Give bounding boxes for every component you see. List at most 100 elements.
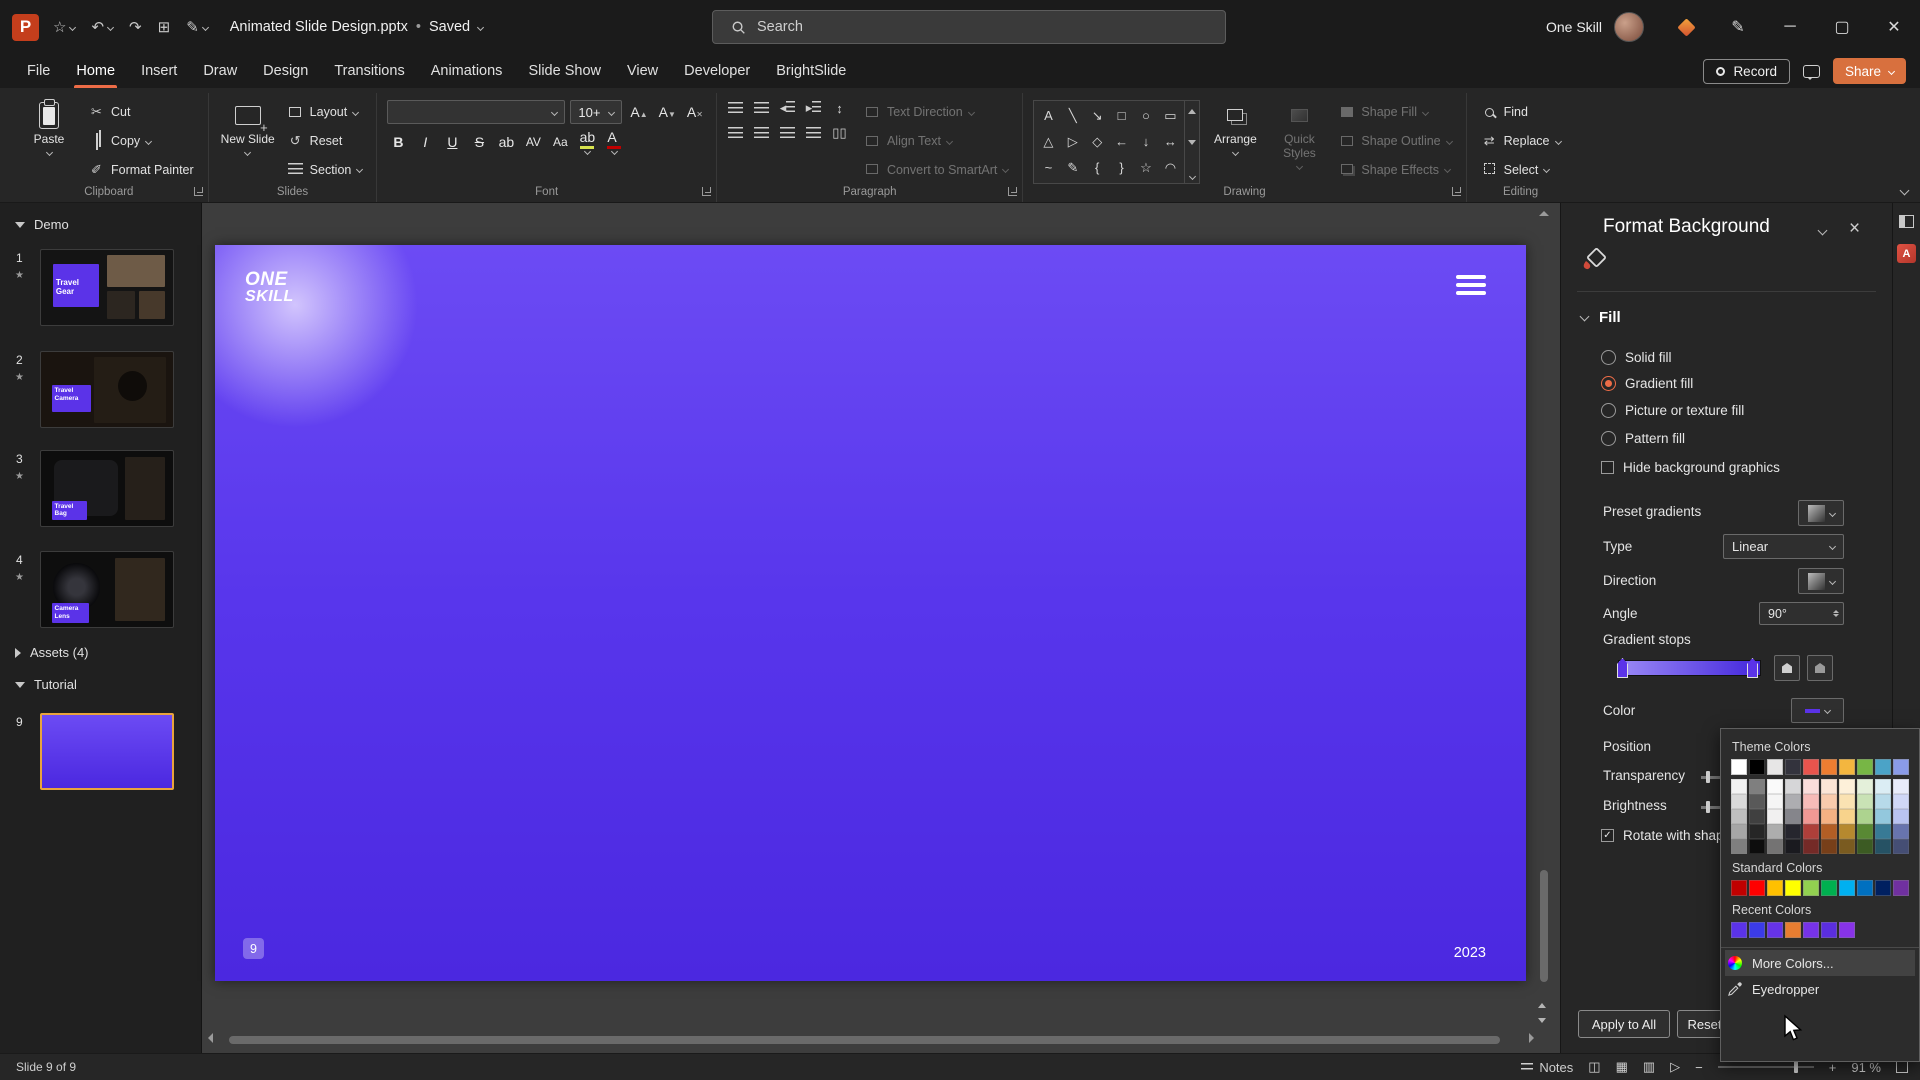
theme-tint-swatch[interactable] (1749, 779, 1765, 794)
slide-editing-surface[interactable]: ONE SKILL 9 2023 (215, 245, 1526, 981)
direction-dropdown[interactable] (1798, 568, 1844, 594)
font-dialog-launcher[interactable] (702, 187, 711, 196)
shape-icon[interactable]: ◇ (1088, 134, 1106, 150)
pane-options-chevron-icon[interactable] (1818, 226, 1828, 236)
theme-color-swatch[interactable] (1821, 759, 1837, 775)
copy-button[interactable]: Copy (84, 129, 198, 154)
theme-tint-swatch[interactable] (1767, 809, 1783, 824)
slide-thumbnail-9[interactable] (40, 713, 174, 790)
recent-color-swatch[interactable] (1821, 922, 1837, 938)
theme-tint-swatch[interactable] (1803, 779, 1819, 794)
theme-tint-swatch[interactable] (1749, 839, 1765, 854)
theme-tint-swatch[interactable] (1803, 824, 1819, 839)
theme-tint-swatch[interactable] (1839, 809, 1855, 824)
find-button[interactable]: Find (1477, 100, 1565, 125)
justify-icon[interactable] (805, 126, 822, 141)
theme-tint-swatch[interactable] (1821, 794, 1837, 809)
print-icon[interactable]: ⊞ (158, 18, 171, 36)
shape-icon[interactable]: ↔ (1161, 134, 1179, 150)
character-spacing-button[interactable]: AV (522, 130, 544, 154)
gradient-stop-handle[interactable] (1747, 658, 1758, 678)
columns-icon[interactable]: ▯▯ (831, 125, 848, 141)
theme-tint-swatch[interactable] (1839, 839, 1855, 854)
section-header-tutorial[interactable]: Tutorial (15, 677, 77, 692)
search-input[interactable]: Search (712, 10, 1226, 44)
theme-tint-swatch[interactable] (1821, 809, 1837, 824)
shape-icon[interactable]: } (1113, 160, 1131, 176)
fill-option-picture-or-texture-fill[interactable]: Picture or texture fill (1601, 401, 1744, 419)
recent-color-swatch[interactable] (1731, 922, 1747, 938)
recent-color-swatch[interactable] (1839, 922, 1855, 938)
theme-tint-swatch[interactable] (1821, 779, 1837, 794)
slide-thumbnail-3[interactable]: Travel Bag (40, 450, 174, 527)
tab-view[interactable]: View (614, 54, 671, 88)
theme-tint-swatch[interactable] (1767, 839, 1783, 854)
clipboard-dialog-launcher[interactable] (194, 187, 203, 196)
shape-icon[interactable]: ↘ (1088, 108, 1106, 124)
theme-tint-swatch[interactable] (1749, 824, 1765, 839)
theme-tint-swatch[interactable] (1731, 794, 1747, 809)
theme-tint-swatch[interactable] (1893, 794, 1909, 809)
standard-color-swatch[interactable] (1803, 880, 1819, 896)
new-slide-button[interactable]: New Slide (219, 95, 277, 182)
tab-developer[interactable]: Developer (671, 54, 763, 88)
highlight-color-button[interactable]: ab (576, 130, 598, 154)
text-shadow-button[interactable]: ab (495, 130, 517, 154)
fit-slide-to-window-button[interactable] (1896, 1061, 1908, 1073)
bullets-icon[interactable] (727, 101, 744, 116)
draw-pen-icon[interactable]: ✎ (186, 18, 208, 36)
theme-tint-swatch[interactable] (1875, 824, 1891, 839)
zoom-slider-knob[interactable] (1794, 1061, 1798, 1073)
theme-tint-swatch[interactable] (1857, 824, 1873, 839)
font-color-button[interactable]: A (603, 130, 625, 154)
tab-design[interactable]: Design (250, 54, 321, 88)
section-header-demo[interactable]: Demo (15, 217, 69, 232)
spinner-arrows-icon[interactable] (1833, 607, 1839, 620)
standard-color-swatch[interactable] (1767, 880, 1783, 896)
minimize-button[interactable]: ─ (1764, 0, 1816, 54)
powerpoint-logo[interactable]: P (12, 14, 39, 41)
recent-color-swatch[interactable] (1803, 922, 1819, 938)
fill-section-chevron-icon[interactable] (1580, 312, 1590, 322)
shape-icon[interactable]: ← (1113, 134, 1131, 150)
font-size-combo[interactable]: 10+ (570, 100, 622, 124)
gradient-stop-handle[interactable] (1617, 658, 1628, 678)
shapes-gallery-scroll[interactable] (1185, 100, 1200, 184)
eyedropper-menu-item[interactable]: Eyedropper (1725, 976, 1915, 1002)
redo-icon[interactable]: ↷ (129, 18, 142, 36)
slider-knob[interactable] (1706, 801, 1710, 813)
theme-tint-swatch[interactable] (1767, 794, 1783, 809)
fill-bucket-icon[interactable] (1581, 247, 1609, 276)
cut-button[interactable]: ✂Cut (84, 100, 198, 125)
more-colors-menu-item[interactable]: More Colors... (1725, 950, 1915, 976)
theme-tint-swatch[interactable] (1731, 779, 1747, 794)
rotate-with-shape-checkbox[interactable]: ✓ Rotate with shape (1601, 827, 1731, 843)
slide-thumbnail-1[interactable]: Travel Gear (40, 249, 174, 326)
section-button[interactable]: Section (283, 157, 367, 182)
standard-color-swatch[interactable] (1821, 880, 1837, 896)
slide-thumbnail-4[interactable]: Camera Lens (40, 551, 174, 628)
theme-tint-swatch[interactable] (1731, 809, 1747, 824)
fill-option-pattern-fill[interactable]: Pattern fill (1601, 429, 1685, 447)
shape-icon[interactable]: ◠ (1161, 160, 1179, 176)
slideshow-button[interactable]: ▷ (1670, 1059, 1680, 1075)
align-left-icon[interactable] (727, 126, 744, 141)
select-button[interactable]: Select (1477, 157, 1565, 182)
comments-icon[interactable] (1803, 65, 1820, 78)
paragraph-dialog-launcher[interactable] (1008, 187, 1017, 196)
theme-tint-swatch[interactable] (1875, 779, 1891, 794)
record-button[interactable]: Record (1703, 59, 1790, 84)
remove-gradient-stop-button[interactable] (1807, 655, 1833, 681)
decrease-indent-icon[interactable]: ◂ (779, 100, 796, 116)
layout-button[interactable]: Layout (283, 100, 367, 125)
shapes-gallery[interactable]: A╲↘□○▭△▷◇←↓↔~✎{}☆◠ (1033, 100, 1185, 184)
theme-color-swatch[interactable] (1803, 759, 1819, 775)
theme-tint-swatch[interactable] (1803, 839, 1819, 854)
type-dropdown[interactable]: Linear (1723, 534, 1844, 559)
tab-transitions[interactable]: Transitions (321, 54, 417, 88)
theme-color-swatch[interactable] (1749, 759, 1765, 775)
numbering-icon[interactable] (753, 101, 770, 116)
standard-color-swatch[interactable] (1785, 880, 1801, 896)
slider-knob[interactable] (1706, 771, 1710, 783)
scroll-left-arrow[interactable] (203, 1033, 213, 1043)
